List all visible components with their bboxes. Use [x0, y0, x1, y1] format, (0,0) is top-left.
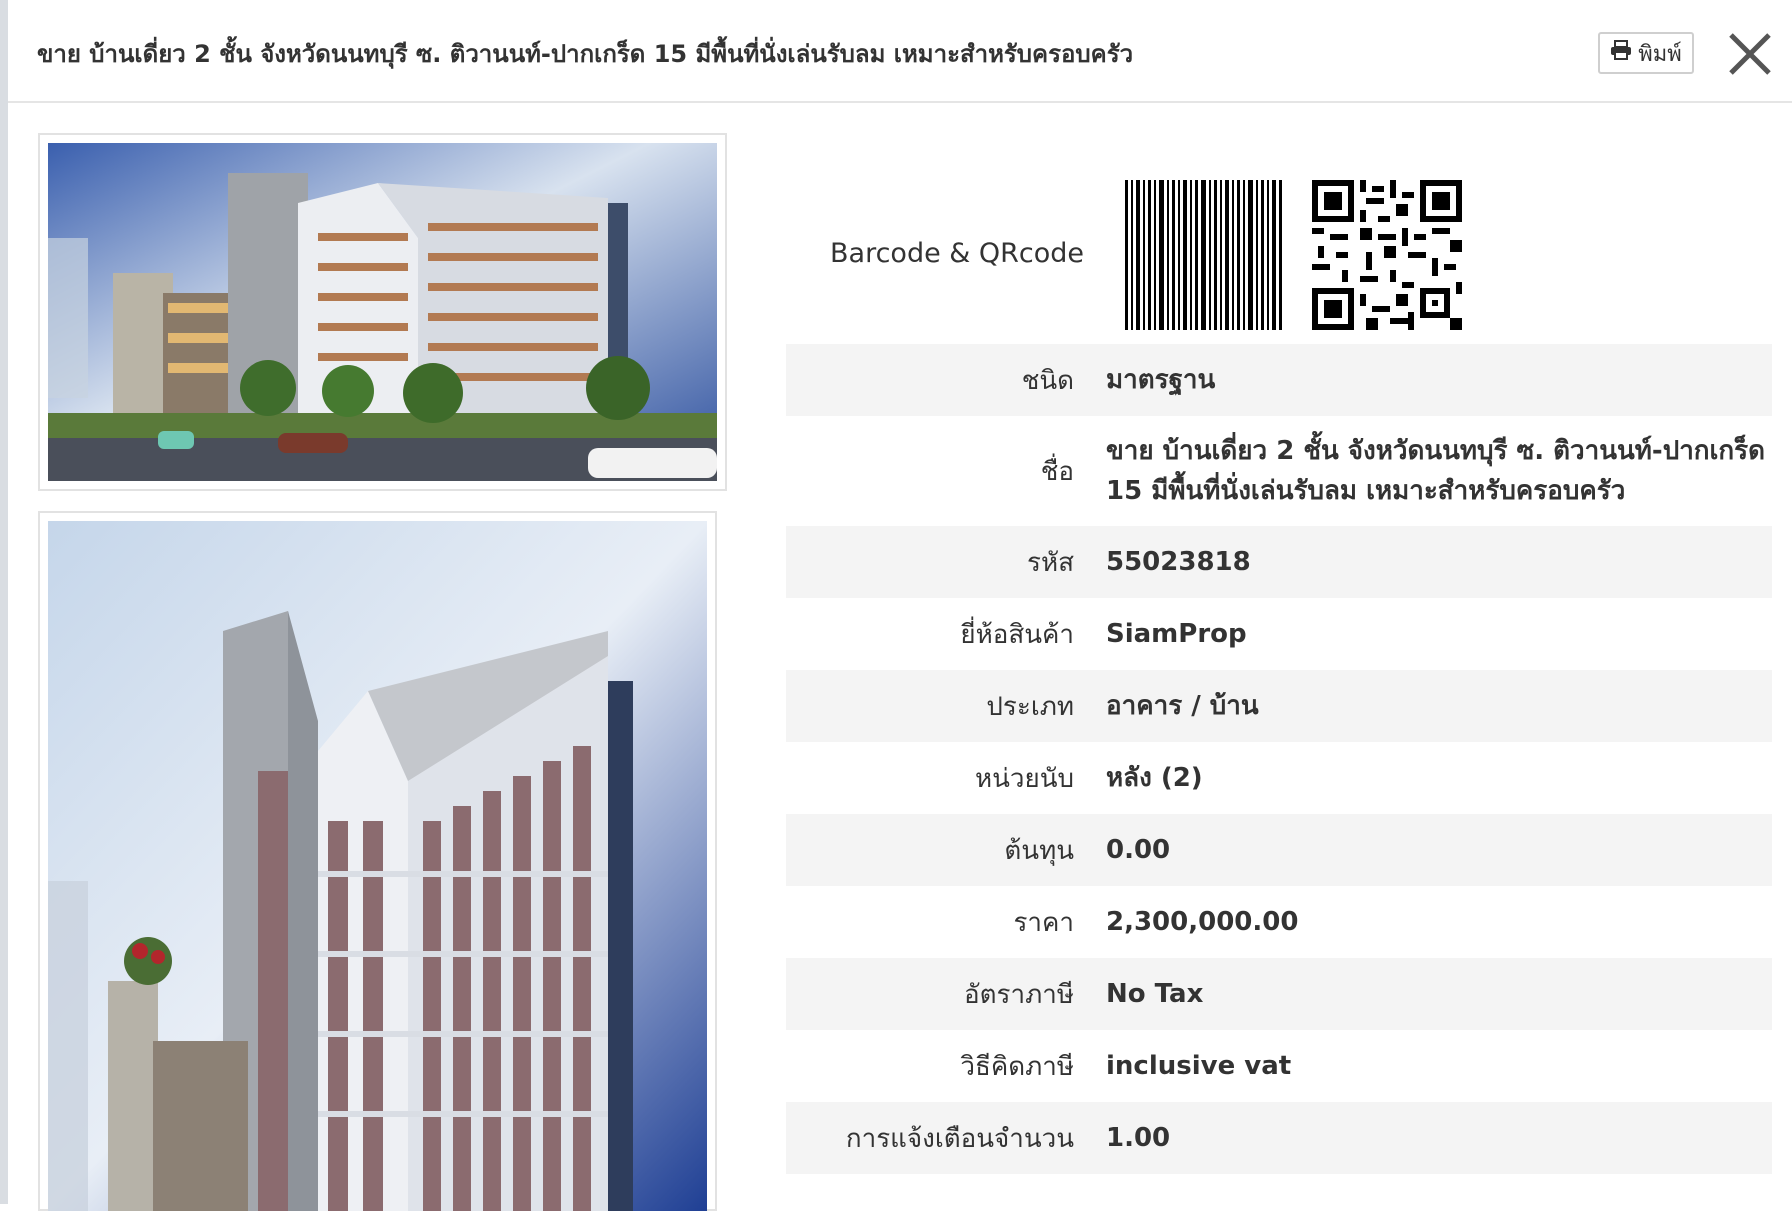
detail-label: หน่วยนับ — [974, 763, 1074, 794]
detail-value: หลัง (2) — [1106, 763, 1203, 793]
product-detail-modal: ขาย บ้านเดี่ยว 2 ชั้น จังหวัดนนทบุรี ซ. … — [8, 0, 1792, 1211]
print-label: พิมพ์ — [1638, 41, 1682, 67]
detail-value: SiamProp — [1106, 619, 1247, 649]
barcode-image — [1125, 180, 1285, 334]
detail-row-category: ประเภท อาคาร / บ้าน — [786, 670, 1772, 742]
product-image-1[interactable] — [38, 133, 727, 491]
detail-value: ขาย บ้านเดี่ยว 2 ชั้น จังหวัดนนทบุรี ซ. … — [1106, 436, 1766, 506]
detail-label: ต้นทุน — [1004, 835, 1074, 866]
detail-label: ราคา — [1013, 907, 1074, 938]
detail-row-type: ชนิด มาตรฐาน — [786, 344, 1772, 416]
detail-value: 0.00 — [1106, 835, 1171, 865]
detail-value: 55023818 — [1106, 547, 1251, 577]
modal-header: ขาย บ้านเดี่ยว 2 ชั้น จังหวัดนนทบุรี ซ. … — [8, 0, 1792, 103]
detail-value: มาตรฐาน — [1106, 365, 1216, 395]
detail-row-cost: ต้นทุน 0.00 — [786, 814, 1772, 886]
detail-row-tax-rate: อัตราภาษี No Tax — [786, 958, 1772, 1030]
modal-title: ขาย บ้านเดี่ยว 2 ชั้น จังหวัดนนทบุรี ซ. … — [37, 40, 1134, 68]
detail-label: อัตราภาษี — [964, 979, 1074, 1010]
detail-label: รหัส — [1027, 547, 1074, 578]
detail-label: ยี่ห้อสินค้า — [960, 619, 1074, 650]
detail-row-price: ราคา 2,300,000.00 — [786, 886, 1772, 958]
detail-row-name: ชื่อ ขาย บ้านเดี่ยว 2 ชั้น จังหวัดนนทบุร… — [786, 416, 1772, 526]
page-backdrop — [0, 0, 8, 1204]
detail-label: ชื่อ — [1040, 456, 1074, 487]
detail-value: No Tax — [1106, 979, 1204, 1009]
barcode-qrcode-label: Barcode & QRcode — [830, 238, 1085, 269]
detail-label: ประเภท — [986, 691, 1074, 722]
print-button[interactable]: พิมพ์ — [1598, 32, 1694, 74]
product-image-2[interactable] — [38, 511, 717, 1211]
detail-value: อาคาร / บ้าน — [1106, 691, 1259, 721]
detail-value: 2,300,000.00 — [1106, 907, 1299, 937]
detail-row-code: รหัส 55023818 — [786, 526, 1772, 598]
detail-row-tax-method: วิธีคิดภาษี inclusive vat — [786, 1030, 1772, 1102]
detail-row-alert-qty: การแจ้งเตือนจำนวน 1.00 — [786, 1102, 1772, 1174]
detail-row-unit: หน่วยนับ หลัง (2) — [786, 742, 1772, 814]
detail-row-brand: ยี่ห้อสินค้า SiamProp — [786, 598, 1772, 670]
printer-icon — [1610, 40, 1632, 66]
detail-label: วิธีคิดภาษี — [960, 1051, 1074, 1082]
detail-value: 1.00 — [1106, 1123, 1171, 1153]
detail-label: ชนิด — [1021, 365, 1074, 396]
product-details-table: ชนิด มาตรฐาน ชื่อ ขาย บ้านเดี่ยว 2 ชั้น … — [786, 344, 1772, 1174]
detail-label: การแจ้งเตือนจำนวน — [845, 1123, 1074, 1154]
detail-value: inclusive vat — [1106, 1051, 1292, 1081]
close-icon[interactable] — [1726, 30, 1774, 78]
qrcode-image — [1312, 180, 1462, 334]
